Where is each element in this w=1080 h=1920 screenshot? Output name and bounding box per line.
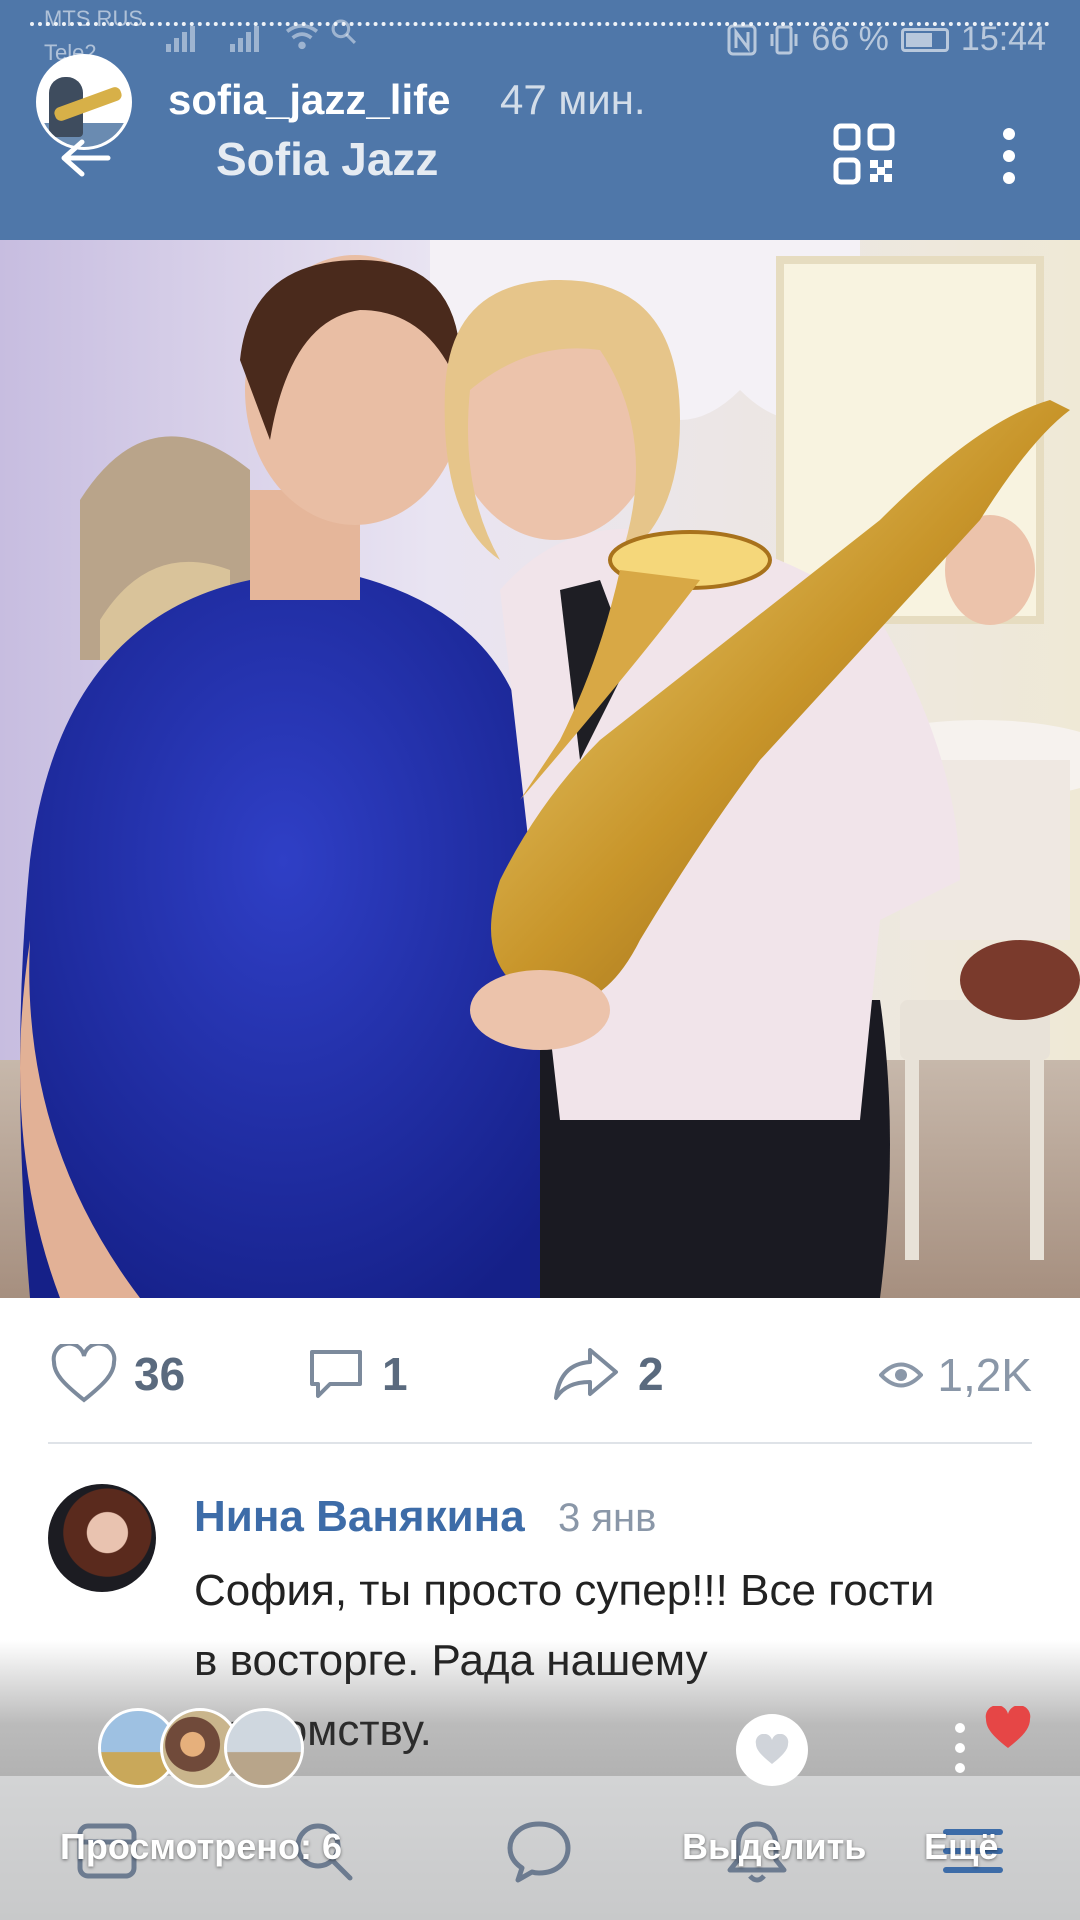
battery-icon: [900, 27, 949, 52]
battery-percent: 66 %: [811, 20, 889, 58]
app-header: MTS RUS Tele2 66 % 15:44 sofia_jazz_life…: [0, 0, 1080, 240]
photo-image: [0, 240, 1080, 1298]
highlight-button[interactable]: Выделить: [682, 1826, 866, 1868]
comment-date: 3 янв: [558, 1496, 657, 1540]
story-username[interactable]: sofia_jazz_life: [168, 76, 450, 124]
like-button[interactable]: 36: [50, 1344, 185, 1404]
like-count: 36: [134, 1348, 186, 1400]
comment-author-avatar[interactable]: [48, 1484, 156, 1592]
signal-icon: [166, 26, 195, 52]
views-counter: 1,2K: [879, 1348, 1032, 1402]
messages-tab-icon[interactable]: [504, 1816, 574, 1886]
heart-icon: [51, 1344, 117, 1403]
eye-icon: [879, 1362, 924, 1388]
comment-count: 1: [382, 1348, 408, 1400]
vibrate-icon: [770, 25, 798, 54]
liked-heart-icon[interactable]: [984, 1706, 1032, 1750]
signal-icon-2: [230, 26, 259, 52]
page-title: Sofia Jazz: [216, 133, 439, 185]
share-arrow-icon: [554, 1348, 618, 1400]
share-button[interactable]: 2: [550, 1344, 664, 1404]
carrier-1: MTS RUS: [44, 6, 143, 31]
qr-code-icon[interactable]: [832, 122, 896, 186]
views-count: 1,2K: [937, 1349, 1032, 1401]
search-status-icon: [331, 19, 356, 44]
comment-author[interactable]: Нина Ванякина: [194, 1492, 525, 1542]
viewed-count-label[interactable]: Просмотрено: 6: [60, 1826, 342, 1868]
story-like-button[interactable]: [736, 1714, 808, 1786]
nfc-icon: [727, 24, 757, 55]
story-more-icon[interactable]: [954, 1722, 966, 1774]
wifi-icon: [285, 23, 319, 50]
story-time: 47 мин.: [500, 76, 646, 123]
comment-icon: [310, 1350, 362, 1398]
post-photo[interactable]: [0, 240, 1080, 1298]
more-vertical-icon[interactable]: [994, 126, 1024, 186]
divider: [48, 1442, 1032, 1444]
more-button[interactable]: Ещё: [924, 1826, 998, 1868]
share-count: 2: [638, 1348, 664, 1400]
heart-icon: [755, 1734, 789, 1764]
viewer-avatar[interactable]: [224, 1708, 304, 1788]
comment-button[interactable]: 1: [306, 1344, 408, 1404]
clock: 15:44: [960, 20, 1046, 58]
post-actions: 36 1 2 1,2K: [0, 1300, 1080, 1440]
back-arrow-icon[interactable]: [56, 136, 112, 180]
status-right: 66 % 15:44: [727, 20, 1046, 59]
